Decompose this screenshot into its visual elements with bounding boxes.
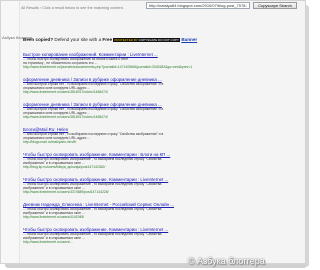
result-url: http://www.liveinternet.ru/journalshowco… [23,65,193,69]
copyscape-intro: Been copied? Defend your site with a Fre… [23,37,197,42]
result-url: http://www.liveinternet.ru/users/4141945… [23,215,85,219]
banner-link[interactable]: Banner [181,37,197,42]
result-item: Блоги@Mail.Ru: Helen ... или быстрой стр… [23,127,163,144]
result-item: Быстрое копирование изображений. Коммент… [23,52,193,69]
intro-question: Been copied? [23,37,54,42]
screenshot-frame: Азбука блоггера Copyscape Search All Res… [0,0,306,264]
result-item: Дневник Надежда_Елисеева : LiveInternet … [23,202,174,219]
result-item: Чтобы быстро скопировать изображение. Ко… [23,177,168,194]
copyscape-search-button[interactable]: Copyscape Search [253,2,297,9]
badge-pre: PROTECTED BY [114,37,138,42]
left-sidebar: Азбука блоггера [1,1,32,263]
badge-post: DO NOT COPY [158,37,180,42]
copyscape-badge[interactable]: PROTECTED BY COPYSCAPE DO NOT COPY [113,37,181,42]
copyright-symbol: © [188,256,195,266]
search-toolbar: Copyscape Search All Results › Click a r… [1,1,305,15]
result-url: http://www.liveinternet.ru/users/3816917… [23,90,108,94]
result-url: http://www.liveinternet.ru/users/3816917… [23,115,108,119]
intro-free: Free [102,37,113,42]
badge-brand: COPYSCAPE [138,37,158,42]
result-url: http://blogs.mail.ru/mail/yaeu-ilen/8/ [23,140,77,144]
result-item: Чтобы быстро скопировать изображение. Ко… [23,227,168,244]
results-caption: All Results › Click a result below to se… [21,6,124,10]
result-url: http://www.liveinternet.ru/users/... [23,240,73,244]
result-item: оформление дневника / Записи в рубрике о… [23,77,163,94]
intro-text: Defend your site with a [54,37,102,42]
watermark-text: Азбука блоггера [197,256,265,266]
url-input[interactable] [146,2,250,9]
result-url: http://blog.kp.ru/users/fotkya_aplovaja/… [23,165,106,169]
result-item: Чтобы быстро скопировать изображение. Ко… [23,152,170,169]
result-url: http://www.liveinternet.ru/users/3374589… [23,190,109,194]
result-item: оформление дневника / Записи в рубрике о… [23,102,163,119]
watermark: © Азбука блоггера [188,256,265,266]
